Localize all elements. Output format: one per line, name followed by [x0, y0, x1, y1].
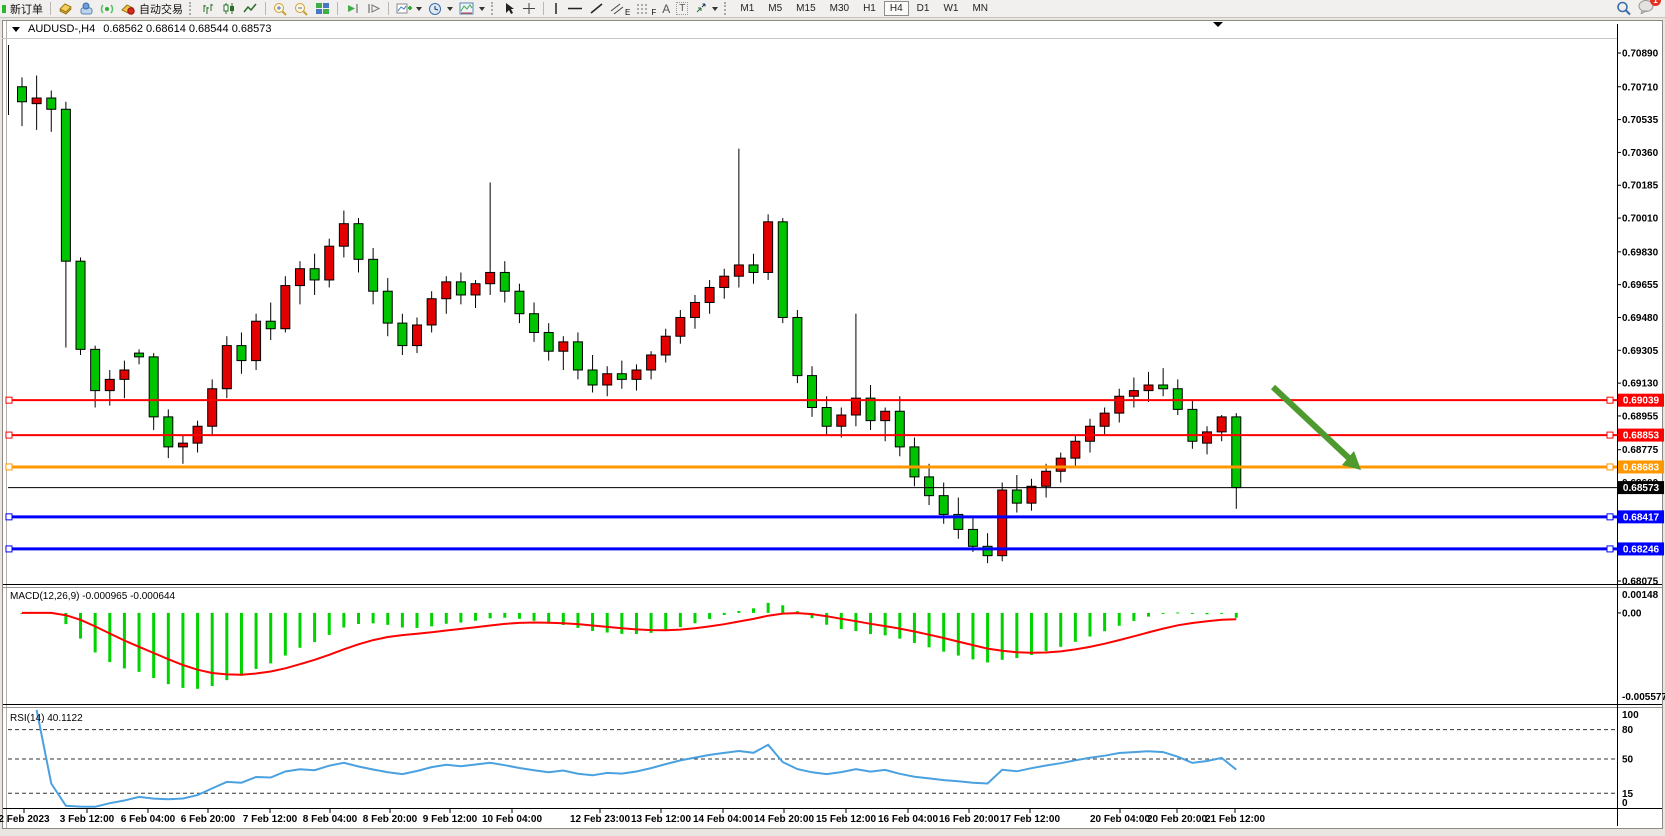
- channel-tool-label: E: [625, 8, 630, 17]
- window-inner-edge: [6, 21, 7, 828]
- separator: [265, 2, 266, 15]
- signals-icon: [100, 2, 115, 15]
- crosshair-icon: [522, 2, 536, 15]
- chart-symbol-period: AUDUSD-,H4: [28, 23, 95, 35]
- toolbar-grip: [189, 2, 195, 15]
- bar-chart-button[interactable]: [198, 1, 219, 17]
- timeframe-button-h1[interactable]: H1: [857, 1, 882, 16]
- search-icon[interactable]: [1616, 1, 1632, 16]
- trendline-icon: [589, 2, 604, 15]
- vertical-line-tool-button[interactable]: [548, 1, 564, 17]
- timeframe-button-mn[interactable]: MN: [966, 1, 994, 16]
- equidistant-channel-icon: [610, 2, 625, 15]
- timeframe-button-m5[interactable]: M5: [762, 1, 788, 16]
- dropdown-caret: [712, 7, 718, 11]
- main-toolbar: 新订单 自动交易: [0, 0, 1665, 18]
- horizontal-line-icon: [567, 2, 583, 15]
- dropdown-caret: [447, 7, 453, 11]
- toolbar-grip: [491, 2, 497, 15]
- separator: [543, 2, 544, 15]
- templates-button[interactable]: [456, 1, 488, 17]
- text-label-tool-button[interactable]: T: [673, 1, 691, 17]
- toolbar-grip: [724, 2, 730, 15]
- line-chart-button[interactable]: [240, 1, 261, 17]
- dropdown-caret: [416, 7, 422, 11]
- toolbar-right: 1: [1616, 0, 1663, 19]
- notifications-button[interactable]: 1: [1638, 0, 1655, 19]
- dropdown-caret: [479, 7, 485, 11]
- market-watch-button[interactable]: [55, 1, 76, 17]
- chart-ohlc-readout: 0.68562 0.68614 0.68544 0.68573: [103, 23, 271, 35]
- timeframe-button-m15[interactable]: M15: [790, 1, 821, 16]
- indicators-button[interactable]: [393, 1, 425, 17]
- bar-chart-icon: [201, 2, 216, 15]
- timeframe-button-w1[interactable]: W1: [937, 1, 964, 16]
- templates-icon: [459, 2, 475, 15]
- notification-badge: 1: [1650, 0, 1661, 6]
- chart-window: [2, 20, 1663, 829]
- horizontal-line-tool-button[interactable]: [564, 1, 586, 17]
- vertical-line-icon: [551, 2, 561, 15]
- periods-button[interactable]: [425, 1, 456, 17]
- zoom-out-button[interactable]: [291, 1, 312, 17]
- text-label-tool-label: T: [676, 2, 688, 15]
- indicators-icon: [396, 2, 412, 16]
- crosshair-tool-button[interactable]: [519, 1, 539, 17]
- chart-menu-caret-icon[interactable]: [12, 27, 20, 32]
- cursor-tool-button[interactable]: [500, 1, 519, 17]
- autotrading-label: 自动交易: [139, 1, 183, 17]
- new-order-button[interactable]: 新订单: [7, 1, 46, 17]
- zoom-in-icon: [273, 2, 288, 16]
- mt4-terminal: 新订单 自动交易: [0, 0, 1665, 836]
- timeframe-button-m1[interactable]: M1: [734, 1, 760, 16]
- tile-windows-button[interactable]: [312, 1, 333, 17]
- channel-tool-button[interactable]: E: [607, 1, 633, 17]
- fibonacci-tool-button[interactable]: F: [633, 1, 659, 17]
- line-chart-icon: [243, 2, 258, 15]
- new-order-label: 新订单: [10, 1, 43, 17]
- timeframe-button-d1[interactable]: D1: [911, 1, 936, 16]
- autotrading-button[interactable]: 自动交易: [118, 1, 186, 17]
- zoom-out-icon: [294, 2, 309, 16]
- chart-shift-icon: [366, 2, 381, 15]
- chart-shift-button[interactable]: [363, 1, 384, 17]
- timeframe-toolbar: M1M5M15M30H1H4D1W1MN: [733, 1, 995, 16]
- navigator-button[interactable]: [76, 1, 97, 17]
- cursor-icon: [503, 2, 516, 15]
- separator: [50, 2, 51, 15]
- text-tool-label: A: [662, 2, 670, 16]
- chart-title-row: AUDUSD-,H4 0.68562 0.68614 0.68544 0.685…: [12, 23, 271, 35]
- auto-scroll-button[interactable]: [342, 1, 363, 17]
- timeframe-button-h4[interactable]: H4: [884, 1, 909, 16]
- arrows-tool-icon: [694, 2, 708, 15]
- auto-scroll-icon: [345, 2, 360, 15]
- text-tool-button[interactable]: A: [659, 1, 673, 17]
- signals-button[interactable]: [97, 1, 118, 17]
- separator: [388, 2, 389, 15]
- market-watch-icon: [58, 2, 73, 15]
- trendline-tool-button[interactable]: [586, 1, 607, 17]
- candlestick-chart-icon: [222, 2, 237, 15]
- periods-clock-icon: [428, 2, 443, 16]
- zoom-in-button[interactable]: [270, 1, 291, 17]
- navigator-icon: [79, 2, 94, 15]
- tile-windows-icon: [315, 2, 330, 15]
- arrows-tool-button[interactable]: [691, 1, 721, 17]
- fibonacci-tool-label: F: [651, 8, 656, 17]
- separator: [337, 2, 338, 15]
- autotrading-icon: [121, 2, 136, 15]
- timeframe-button-m30[interactable]: M30: [824, 1, 855, 16]
- candlestick-chart-button[interactable]: [219, 1, 240, 17]
- fibonacci-icon: [636, 2, 651, 15]
